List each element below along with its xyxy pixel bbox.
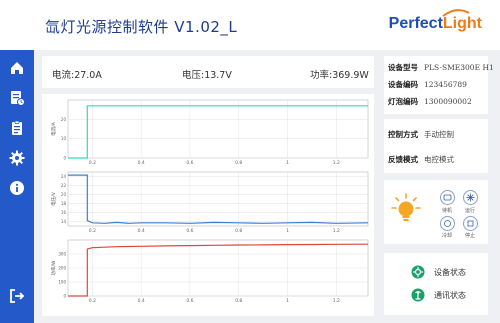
power-y-tick-label: 0 <box>63 294 66 299</box>
current-y-axis-label: 电流/A <box>50 121 57 136</box>
voltage-y-axis-label: 电压/V <box>50 191 57 206</box>
device-status-label: 设备状态 <box>434 268 466 277</box>
status-panel: 设备状态 通讯状态 <box>384 253 488 315</box>
voltage-plot-frame <box>67 171 369 227</box>
voltage-x-tick-label: 0.4 <box>138 228 145 234</box>
brand-logo: PerfectLight <box>388 9 482 33</box>
voltage-x-tick-label: 1 <box>286 228 289 234</box>
power-x-tick-label: 1.2 <box>333 298 340 304</box>
current-y-tick-label: 0 <box>63 156 66 161</box>
readout-bar: 电流:27.0A 电压:13.7V 功率:369.9W <box>42 56 374 88</box>
cooling-label: 冷却 <box>441 233 452 239</box>
current-x-tick-label: 0.6 <box>186 160 193 166</box>
standby-label: 待机 <box>441 208 452 214</box>
voltage-y-tick-label: 18 <box>61 201 67 206</box>
running-button[interactable] <box>463 190 478 205</box>
control-mode-row: 控制方式 手动控制 <box>388 129 454 140</box>
voltage-x-tick-label: 0.8 <box>235 228 242 234</box>
power-y-axis-label: 功率/W <box>50 260 57 276</box>
voltage-x-tick-label: 1.2 <box>333 228 340 234</box>
feedback-mode-label: 反馈模式 <box>388 155 418 164</box>
app-title: 氙灯光源控制软件 V1.02_L <box>45 18 238 36</box>
sidebar-item-history[interactable] <box>7 88 27 108</box>
voltage-y-tick-label: 22 <box>61 183 67 188</box>
power-y-tick-label: 300 <box>58 252 66 257</box>
comm-status-label: 通讯状态 <box>434 291 466 300</box>
device-status-icon <box>411 265 425 279</box>
voltage-y-tick-label: 20 <box>61 192 67 197</box>
feedback-mode-row: 反馈模式 电控模式 <box>388 154 454 165</box>
running-icon <box>466 193 475 202</box>
device-model-label: 设备型号 <box>388 63 418 72</box>
feedback-mode-value: 电控模式 <box>424 155 454 164</box>
control-info-panel: 控制方式 手动控制 反馈模式 电控模式 <box>384 119 488 173</box>
voltage-y-tick-label: 24 <box>61 174 67 179</box>
current-plot-frame <box>67 99 369 159</box>
title-bar: 氙灯光源控制软件 V1.02_L PerfectLight <box>0 0 500 50</box>
current-readout: 电流:27.0A <box>52 70 102 81</box>
voltage-y-tick-label: 14 <box>61 219 67 224</box>
current-x-tick-label: 1 <box>286 160 289 166</box>
lamp-icon <box>391 193 421 221</box>
cooling-icon <box>444 220 451 227</box>
info-icon <box>10 181 24 195</box>
power-x-tick-label: 0.2 <box>89 298 96 304</box>
device-model-row: 设备型号 PLS-SME300E H1 <box>388 62 494 73</box>
sidebar-item-about[interactable] <box>7 178 27 198</box>
current-y-tick-label: 10 <box>61 136 67 141</box>
standby-button[interactable] <box>440 190 455 205</box>
stop-label: 停止 <box>464 233 475 239</box>
sidebar-item-home[interactable] <box>7 58 27 78</box>
charts-canvas: 0.2 0.4 0.6 0.8 1 1.201020电流/A0.2 0.4 0.6 0.8 1 1.… <box>50 99 369 304</box>
sidebar-item-records[interactable] <box>7 118 27 138</box>
voltage-readout: 电压:13.7V <box>182 70 232 81</box>
logo-swoosh-icon <box>442 9 470 17</box>
lamp-state-panel: 待机 运行 冷却 停止 <box>384 180 488 244</box>
voltage-y-tick-label: 16 <box>61 210 67 215</box>
power-x-tick-label: 0.6 <box>186 298 193 304</box>
control-mode-value: 手动控制 <box>424 130 454 139</box>
power-x-tick-label: 0.4 <box>138 298 145 304</box>
cooling-button[interactable] <box>440 216 455 231</box>
current-x-tick-label: 0.8 <box>235 160 242 166</box>
app-window: 氙灯光源控制软件 V1.02_L PerfectLight 电流:27.0A 电… <box>0 0 500 323</box>
power-readout: 功率:369.9W <box>310 70 369 81</box>
sidebar <box>0 50 34 323</box>
power-x-tick-label: 0.8 <box>235 298 242 304</box>
voltage-x-tick-label: 0.6 <box>186 228 193 234</box>
logo-text-perfect: Perfect <box>388 15 443 32</box>
charts-panel: 0.2 0.4 0.6 0.8 1 1.2 0 10 20 电流/A 0.2 0.4 0.6 0.8 1 1.… <box>42 94 374 316</box>
standby-icon <box>443 194 452 201</box>
current-x-tick-label: 0.2 <box>89 160 96 166</box>
current-y-tick-label: 20 <box>61 117 67 122</box>
history-icon <box>11 91 25 106</box>
home-icon <box>11 62 23 74</box>
current-x-tick-label: 0.4 <box>138 160 145 166</box>
clipboard-icon <box>12 120 22 135</box>
voltage-x-tick-label: 0.2 <box>89 228 96 234</box>
sidebar-item-settings[interactable] <box>7 148 27 168</box>
device-model-value: PLS-SME300E H1 <box>424 63 494 72</box>
stop-button[interactable] <box>463 216 478 231</box>
exit-icon <box>10 289 25 303</box>
bulb-code-row: 灯泡编码 1300090002 <box>388 96 472 107</box>
power-x-tick-label: 1 <box>286 298 289 304</box>
running-label: 运行 <box>464 208 475 214</box>
power-y-tick-label: 100 <box>58 280 66 285</box>
gear-icon <box>9 150 25 166</box>
device-code-row: 设备编码 123456789 <box>388 79 467 90</box>
power-y-tick-label: 200 <box>58 266 66 271</box>
current-x-tick-label: 1.2 <box>333 160 340 166</box>
control-mode-label: 控制方式 <box>388 130 418 139</box>
device-code-value: 123456789 <box>424 80 467 89</box>
stop-icon <box>467 220 474 227</box>
bulb-code-label: 灯泡编码 <box>388 97 418 106</box>
comm-status-icon <box>411 288 425 302</box>
exit-button[interactable] <box>7 286 27 306</box>
bulb-code-value: 1300090002 <box>424 97 472 106</box>
device-code-label: 设备编码 <box>388 80 418 89</box>
device-info-panel: 设备型号 PLS-SME300E H1 设备编码 123456789 灯泡编码 130… <box>384 56 494 114</box>
